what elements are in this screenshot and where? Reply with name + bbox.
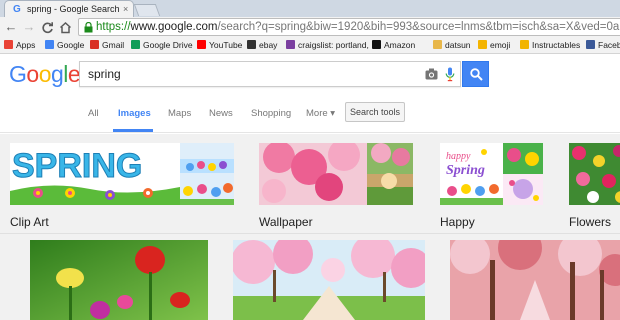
- facebook-icon: [586, 40, 595, 49]
- bookmark-label: datsun: [445, 40, 471, 50]
- bookmark-google[interactable]: Google: [45, 39, 84, 52]
- robot-icon: [520, 40, 529, 49]
- lock-icon: [84, 22, 93, 33]
- category-wallpaper[interactable]: Wallpaper: [259, 143, 413, 229]
- bookmark-datsun[interactable]: datsun: [433, 39, 471, 52]
- bookmark-amazon[interactable]: Amazon: [372, 39, 415, 52]
- tulip-photo-result[interactable]: [30, 240, 208, 320]
- amazon-icon: [372, 40, 381, 49]
- bookmark-label: Google: [57, 40, 85, 50]
- youtube-icon: [197, 40, 206, 49]
- bookmark-label: YouTube: [209, 40, 243, 50]
- tab-title: spring - Google Search: [27, 4, 120, 14]
- emoji-icon: [478, 40, 487, 49]
- tab-shopping[interactable]: Shopping: [251, 108, 291, 120]
- tab-all[interactable]: All: [88, 108, 99, 120]
- ebay-icon: [247, 40, 256, 49]
- tab-close-icon[interactable]: ×: [123, 3, 128, 15]
- new-tab-button[interactable]: [133, 4, 161, 16]
- category-clip-art[interactable]: SPRING Clip Art: [10, 143, 234, 229]
- google-favicon-icon: G: [13, 4, 21, 15]
- bookmark-instructables[interactable]: Instructables: [520, 39, 580, 52]
- folder-icon: [433, 40, 442, 49]
- bookmarks-bar: Apps Google Gmail Google Drive YouTube ebay cr…: [0, 37, 620, 54]
- apps-grid-icon: [4, 40, 13, 49]
- search-query: spring: [88, 67, 121, 81]
- logo-letter: o: [26, 61, 39, 87]
- flowers-thumbnail[interactable]: [569, 143, 620, 205]
- bookmark-ebay[interactable]: ebay: [247, 39, 277, 52]
- blossom-path-photo-result[interactable]: [450, 240, 620, 320]
- bookmark-gmail[interactable]: Gmail: [90, 39, 124, 52]
- bookmark-youtube[interactable]: YouTube: [197, 39, 242, 52]
- bookmark-google[interactable]: Google Drive: [131, 39, 193, 52]
- google-logo[interactable]: Google: [9, 61, 81, 87]
- search-icon: [470, 68, 483, 81]
- search-tabs: All Images Maps News Shopping More ▾ Sea…: [0, 97, 620, 133]
- bookmark-label: craigslist: portland, ...: [298, 40, 379, 50]
- happy-text: happy: [446, 151, 471, 162]
- google-header: Google spring All Images Maps News Shopp…: [0, 55, 620, 133]
- search-tools-button[interactable]: Search tools: [345, 102, 405, 122]
- tab-strip: G spring - Google Search ×: [0, 0, 620, 17]
- spring-text: SPRING: [12, 147, 142, 185]
- url-host: www.google.com: [130, 21, 218, 33]
- tab-maps[interactable]: Maps: [168, 108, 191, 120]
- home-icon[interactable]: [57, 19, 73, 35]
- happy-thumbnail[interactable]: happy Spring: [440, 143, 543, 205]
- bookmark-emoji[interactable]: emoji: [478, 39, 510, 52]
- tab-images[interactable]: Images: [118, 108, 151, 120]
- forward-arrow-icon[interactable]: →: [21, 19, 37, 35]
- url-path: /search?q=spring&biw=1920&bih=993&source…: [217, 21, 620, 33]
- back-arrow-icon[interactable]: ←: [3, 19, 19, 35]
- category-label: Wallpaper: [259, 215, 313, 229]
- logo-letter: g: [50, 61, 64, 87]
- camera-icon[interactable]: [425, 68, 438, 80]
- spring-card-text: Spring: [446, 163, 485, 178]
- category-flowers[interactable]: Flowers: [569, 143, 620, 229]
- bookmark-label: Apps: [16, 40, 36, 50]
- drive-icon: [131, 40, 140, 49]
- bookmark-label: emoji: [490, 40, 511, 50]
- tab-more[interactable]: More ▾: [306, 108, 335, 120]
- peace-icon: [286, 40, 295, 49]
- logo-letter: G: [9, 61, 27, 87]
- browser-tab[interactable]: G spring - Google Search ×: [4, 0, 134, 17]
- url-scheme: https://: [96, 21, 131, 33]
- bookmark-facebo[interactable]: Facebo: [586, 39, 620, 52]
- browser-toolbar: ← → https://www.google.com/search?q=spri…: [0, 17, 620, 37]
- microphone-icon[interactable]: [445, 67, 455, 82]
- cherry-trees-photo-result[interactable]: [233, 240, 425, 320]
- bookmark-label: ebay: [259, 40, 278, 50]
- search-button[interactable]: [462, 61, 489, 87]
- bookmark-label: Amazon: [384, 40, 416, 50]
- google-icon: [45, 40, 54, 49]
- bookmark-label: Gmail: [102, 40, 125, 50]
- clip-art-thumbnail[interactable]: SPRING: [10, 143, 234, 205]
- category-label: Clip Art: [10, 215, 49, 229]
- bookmark-apps[interactable]: Apps: [4, 39, 35, 52]
- category-happy[interactable]: happy Spring Happy: [440, 143, 543, 229]
- category-label: Happy: [440, 215, 475, 229]
- tab-news[interactable]: News: [209, 108, 233, 120]
- browser-window: G spring - Google Search × ← → https://w…: [0, 0, 620, 320]
- reload-icon[interactable]: [39, 19, 55, 35]
- active-tab-indicator: [113, 129, 153, 132]
- results-divider: [0, 233, 620, 234]
- url-text: https://www.google.com/search?q=spring&b…: [96, 20, 620, 35]
- bookmark-label: Instructables: [532, 40, 581, 50]
- bookmark-label: Facebo: [598, 40, 620, 50]
- search-input[interactable]: spring: [79, 61, 461, 87]
- address-bar[interactable]: https://www.google.com/search?q=spring&b…: [78, 18, 620, 36]
- wallpaper-thumbnail[interactable]: [259, 143, 413, 205]
- logo-letter: o: [38, 61, 52, 87]
- bookmark-label: Google Drive: [143, 40, 193, 50]
- image-results: SPRING Clip Art Wallpaper happy Spring H…: [0, 134, 620, 320]
- category-label: Flowers: [569, 215, 612, 229]
- gmail-icon: [90, 40, 99, 49]
- bookmark-craigslist[interactable]: craigslist: portland, ...: [286, 39, 378, 52]
